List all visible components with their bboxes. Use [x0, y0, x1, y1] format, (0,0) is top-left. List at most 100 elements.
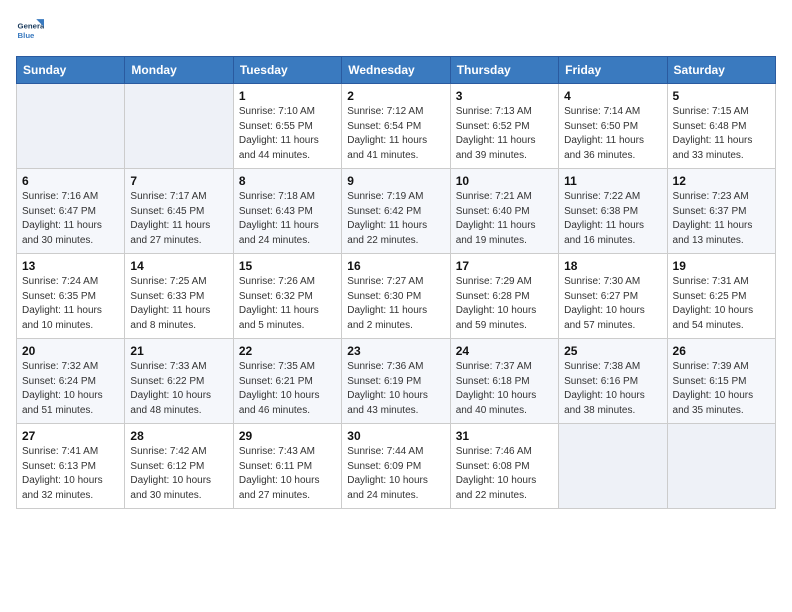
calendar-cell: 27Sunrise: 7:41 AM Sunset: 6:13 PM Dayli… — [17, 424, 125, 509]
calendar-cell — [667, 424, 775, 509]
day-detail: Sunrise: 7:33 AM Sunset: 6:22 PM Dayligh… — [130, 360, 227, 418]
calendar-cell: 26 Sunrise: 7:39 AM Sunset: 6:15 PM Dayli… — [667, 339, 775, 424]
day-detail: Sunrise: 7:39 AM Sunset: 6:15 PM Dayligh… — [673, 360, 770, 418]
calendar-cell: 15Sunrise: 7:26 AM Sunset: 6:32 PM Dayli… — [233, 254, 341, 339]
calendar-cell: 14 Sunrise: 7:25 AM Sunset: 6:33 PM Dayli… — [125, 254, 233, 339]
calendar-cell — [559, 424, 667, 509]
calendar-cell: 11 Sunrise: 7:22 AM Sunset: 6:38 PM Dayli… — [559, 169, 667, 254]
calendar-cell: 19 Sunrise: 7:31 AM Sunset: 6:25 PM Dayli… — [667, 254, 775, 339]
day-number: 30 — [347, 429, 444, 443]
day-number: 18 — [564, 259, 661, 273]
calendar-cell: 25 Sunrise: 7:38 AM Sunset: 6:16 PM Dayli… — [559, 339, 667, 424]
day-number: 8 — [239, 174, 336, 188]
weekday-header: Sunday — [17, 57, 125, 84]
calendar-cell: 24Sunrise: 7:37 AM Sunset: 6:18 PM Dayli… — [450, 339, 558, 424]
day-detail: Sunrise: 7:24 AM Sunset: 6:35 PM Dayligh… — [22, 275, 119, 333]
calendar-cell: 8 Sunrise: 7:18 AM Sunset: 6:43 PM Daylig… — [233, 169, 341, 254]
logo: General Blue — [16, 16, 48, 44]
calendar-cell: 20 Sunrise: 7:32 AM Sunset: 6:24 PM Dayli… — [17, 339, 125, 424]
day-detail: Sunrise: 7:36 AM Sunset: 6:19 PM Dayligh… — [347, 360, 444, 418]
day-number: 23 — [347, 344, 444, 358]
day-detail: Sunrise: 7:41 AM Sunset: 6:13 PM Dayligh… — [22, 445, 119, 503]
day-number: 1 — [239, 89, 336, 103]
day-number: 12 — [673, 174, 770, 188]
day-number: 6 — [22, 174, 119, 188]
day-detail: Sunrise: 7:13 AM Sunset: 6:52 PM Dayligh… — [456, 105, 553, 163]
calendar-body: 1 Sunrise: 7:10 AM Sunset: 6:55 PM Daylig… — [17, 84, 776, 509]
calendar-week-row: 27Sunrise: 7:41 AM Sunset: 6:13 PM Dayli… — [17, 424, 776, 509]
calendar-week-row: 20 Sunrise: 7:32 AM Sunset: 6:24 PM Dayli… — [17, 339, 776, 424]
day-detail: Sunrise: 7:44 AM Sunset: 6:09 PM Dayligh… — [347, 445, 444, 503]
weekday-header: Thursday — [450, 57, 558, 84]
day-detail: Sunrise: 7:27 AM Sunset: 6:30 PM Dayligh… — [347, 275, 444, 333]
day-detail: Sunrise: 7:25 AM Sunset: 6:33 PM Dayligh… — [130, 275, 227, 333]
day-detail: Sunrise: 7:35 AM Sunset: 6:21 PM Dayligh… — [239, 360, 336, 418]
weekday-header: Saturday — [667, 57, 775, 84]
day-number: 22 — [239, 344, 336, 358]
calendar-cell: 2Sunrise: 7:12 AM Sunset: 6:54 PM Daylig… — [342, 84, 450, 169]
day-detail: Sunrise: 7:42 AM Sunset: 6:12 PM Dayligh… — [130, 445, 227, 503]
calendar-cell: 7Sunrise: 7:17 AM Sunset: 6:45 PM Daylig… — [125, 169, 233, 254]
calendar-cell — [17, 84, 125, 169]
calendar-cell: 17 Sunrise: 7:29 AM Sunset: 6:28 PM Dayli… — [450, 254, 558, 339]
calendar-cell: 1 Sunrise: 7:10 AM Sunset: 6:55 PM Daylig… — [233, 84, 341, 169]
calendar-cell: 16 Sunrise: 7:27 AM Sunset: 6:30 PM Dayli… — [342, 254, 450, 339]
day-detail: Sunrise: 7:38 AM Sunset: 6:16 PM Dayligh… — [564, 360, 661, 418]
day-detail: Sunrise: 7:12 AM Sunset: 6:54 PM Dayligh… — [347, 105, 444, 163]
day-detail: Sunrise: 7:16 AM Sunset: 6:47 PM Dayligh… — [22, 190, 119, 248]
day-number: 24 — [456, 344, 553, 358]
calendar-cell: 9Sunrise: 7:19 AM Sunset: 6:42 PM Daylig… — [342, 169, 450, 254]
day-detail: Sunrise: 7:19 AM Sunset: 6:42 PM Dayligh… — [347, 190, 444, 248]
day-detail: Sunrise: 7:10 AM Sunset: 6:55 PM Dayligh… — [239, 105, 336, 163]
day-detail: Sunrise: 7:30 AM Sunset: 6:27 PM Dayligh… — [564, 275, 661, 333]
weekday-header: Friday — [559, 57, 667, 84]
day-number: 19 — [673, 259, 770, 273]
day-number: 26 — [673, 344, 770, 358]
calendar-week-row: 6 Sunrise: 7:16 AM Sunset: 6:47 PM Daylig… — [17, 169, 776, 254]
day-number: 11 — [564, 174, 661, 188]
day-number: 29 — [239, 429, 336, 443]
weekday-header: Wednesday — [342, 57, 450, 84]
day-number: 21 — [130, 344, 227, 358]
calendar-cell: 4Sunrise: 7:14 AM Sunset: 6:50 PM Daylig… — [559, 84, 667, 169]
day-detail: Sunrise: 7:31 AM Sunset: 6:25 PM Dayligh… — [673, 275, 770, 333]
calendar-cell: 3 Sunrise: 7:13 AM Sunset: 6:52 PM Daylig… — [450, 84, 558, 169]
day-number: 7 — [130, 174, 227, 188]
day-number: 5 — [673, 89, 770, 103]
day-detail: Sunrise: 7:18 AM Sunset: 6:43 PM Dayligh… — [239, 190, 336, 248]
day-number: 16 — [347, 259, 444, 273]
day-detail: Sunrise: 7:15 AM Sunset: 6:48 PM Dayligh… — [673, 105, 770, 163]
calendar-cell: 6 Sunrise: 7:16 AM Sunset: 6:47 PM Daylig… — [17, 169, 125, 254]
calendar-cell: 12Sunrise: 7:23 AM Sunset: 6:37 PM Dayli… — [667, 169, 775, 254]
day-number: 14 — [130, 259, 227, 273]
day-number: 4 — [564, 89, 661, 103]
day-number: 28 — [130, 429, 227, 443]
calendar-cell: 18 Sunrise: 7:30 AM Sunset: 6:27 PM Dayli… — [559, 254, 667, 339]
header: General Blue — [16, 16, 776, 44]
day-detail: Sunrise: 7:32 AM Sunset: 6:24 PM Dayligh… — [22, 360, 119, 418]
day-number: 25 — [564, 344, 661, 358]
day-number: 17 — [456, 259, 553, 273]
calendar-header: SundayMondayTuesdayWednesdayThursdayFrid… — [17, 57, 776, 84]
logo-icon: General Blue — [16, 16, 44, 44]
calendar-cell: 22 Sunrise: 7:35 AM Sunset: 6:21 PM Dayli… — [233, 339, 341, 424]
day-number: 20 — [22, 344, 119, 358]
day-number: 10 — [456, 174, 553, 188]
day-detail: Sunrise: 7:29 AM Sunset: 6:28 PM Dayligh… — [456, 275, 553, 333]
calendar-cell — [125, 84, 233, 169]
calendar-cell: 28 Sunrise: 7:42 AM Sunset: 6:12 PM Dayli… — [125, 424, 233, 509]
day-detail: Sunrise: 7:22 AM Sunset: 6:38 PM Dayligh… — [564, 190, 661, 248]
calendar-cell: 30 Sunrise: 7:44 AM Sunset: 6:09 PM Dayli… — [342, 424, 450, 509]
day-number: 3 — [456, 89, 553, 103]
weekday-header: Monday — [125, 57, 233, 84]
calendar-cell: 21 Sunrise: 7:33 AM Sunset: 6:22 PM Dayli… — [125, 339, 233, 424]
calendar-cell: 29 Sunrise: 7:43 AM Sunset: 6:11 PM Dayli… — [233, 424, 341, 509]
day-number: 15 — [239, 259, 336, 273]
weekday-header: Tuesday — [233, 57, 341, 84]
calendar-cell: 5 Sunrise: 7:15 AM Sunset: 6:48 PM Daylig… — [667, 84, 775, 169]
day-detail: Sunrise: 7:46 AM Sunset: 6:08 PM Dayligh… — [456, 445, 553, 503]
day-detail: Sunrise: 7:43 AM Sunset: 6:11 PM Dayligh… — [239, 445, 336, 503]
calendar-cell: 13Sunrise: 7:24 AM Sunset: 6:35 PM Dayli… — [17, 254, 125, 339]
calendar-week-row: 1 Sunrise: 7:10 AM Sunset: 6:55 PM Daylig… — [17, 84, 776, 169]
calendar-cell: 10Sunrise: 7:21 AM Sunset: 6:40 PM Dayli… — [450, 169, 558, 254]
